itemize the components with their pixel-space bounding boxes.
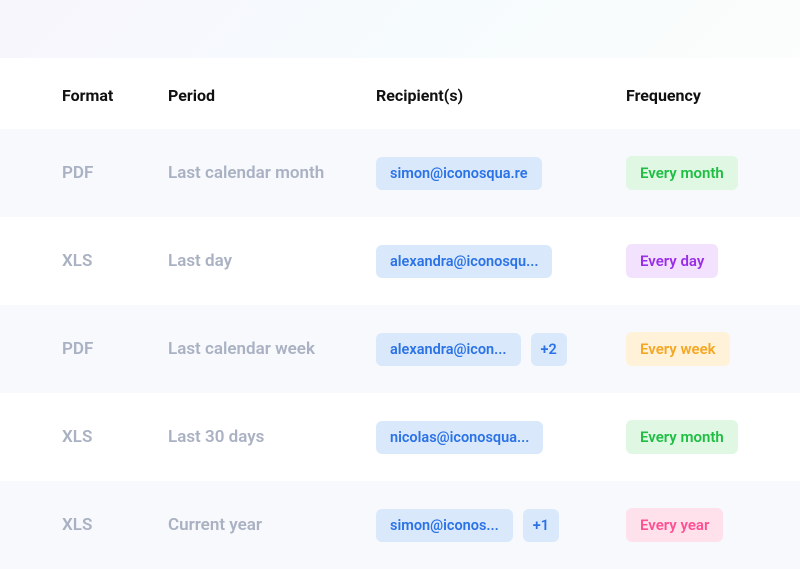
recipients-cell: nicolas@iconosqua...: [376, 421, 626, 454]
recipient-chip[interactable]: alexandra@icon...: [376, 333, 521, 366]
frequency-cell: Every year: [626, 508, 786, 542]
period-cell: Last calendar week: [168, 339, 376, 359]
table-row: XLS Last 30 days nicolas@iconosqua... Ev…: [0, 393, 800, 481]
column-header-recipients: Recipient(s): [376, 86, 626, 105]
frequency-pill[interactable]: Every year: [626, 508, 723, 542]
recipients-cell: simon@iconosqua.re: [376, 157, 626, 190]
recipient-more-badge[interactable]: +1: [523, 509, 559, 542]
format-cell: XLS: [0, 427, 168, 447]
recipients-cell: simon@iconos... +1: [376, 509, 626, 542]
period-cell: Current year: [168, 515, 376, 535]
column-header-period: Period: [168, 86, 376, 105]
format-cell: XLS: [0, 515, 168, 535]
period-cell: Last 30 days: [168, 427, 376, 447]
table-row: XLS Last day alexandra@iconosqu... Every…: [0, 217, 800, 305]
table-row: XLS Current year simon@iconos... +1 Ever…: [0, 481, 800, 569]
period-cell: Last day: [168, 251, 376, 271]
period-cell: Last calendar month: [168, 163, 376, 183]
reports-table: Format Period Recipient(s) Frequency PDF…: [0, 58, 800, 569]
recipients-cell: alexandra@iconosqu...: [376, 245, 626, 278]
frequency-pill[interactable]: Every day: [626, 244, 718, 278]
table-row: PDF Last calendar week alexandra@icon...…: [0, 305, 800, 393]
recipient-more-badge[interactable]: +2: [531, 333, 567, 366]
recipient-chip[interactable]: nicolas@iconosqua...: [376, 421, 543, 454]
frequency-cell: Every month: [626, 420, 786, 454]
table-header: Format Period Recipient(s) Frequency: [0, 58, 800, 129]
frequency-pill[interactable]: Every week: [626, 332, 730, 366]
recipient-chip[interactable]: simon@iconos...: [376, 509, 513, 542]
format-cell: PDF: [0, 163, 168, 183]
frequency-cell: Every month: [626, 156, 786, 190]
format-cell: XLS: [0, 251, 168, 271]
frequency-pill[interactable]: Every month: [626, 420, 738, 454]
top-gradient-banner: [0, 0, 800, 58]
recipient-chip[interactable]: simon@iconosqua.re: [376, 157, 542, 190]
recipients-cell: alexandra@icon... +2: [376, 333, 626, 366]
frequency-cell: Every week: [626, 332, 786, 366]
recipient-chip[interactable]: alexandra@iconosqu...: [376, 245, 552, 278]
table-row: PDF Last calendar month simon@iconosqua.…: [0, 129, 800, 217]
frequency-pill[interactable]: Every month: [626, 156, 738, 190]
frequency-cell: Every day: [626, 244, 786, 278]
format-cell: PDF: [0, 339, 168, 359]
column-header-format: Format: [0, 86, 168, 105]
column-header-frequency: Frequency: [626, 86, 786, 105]
